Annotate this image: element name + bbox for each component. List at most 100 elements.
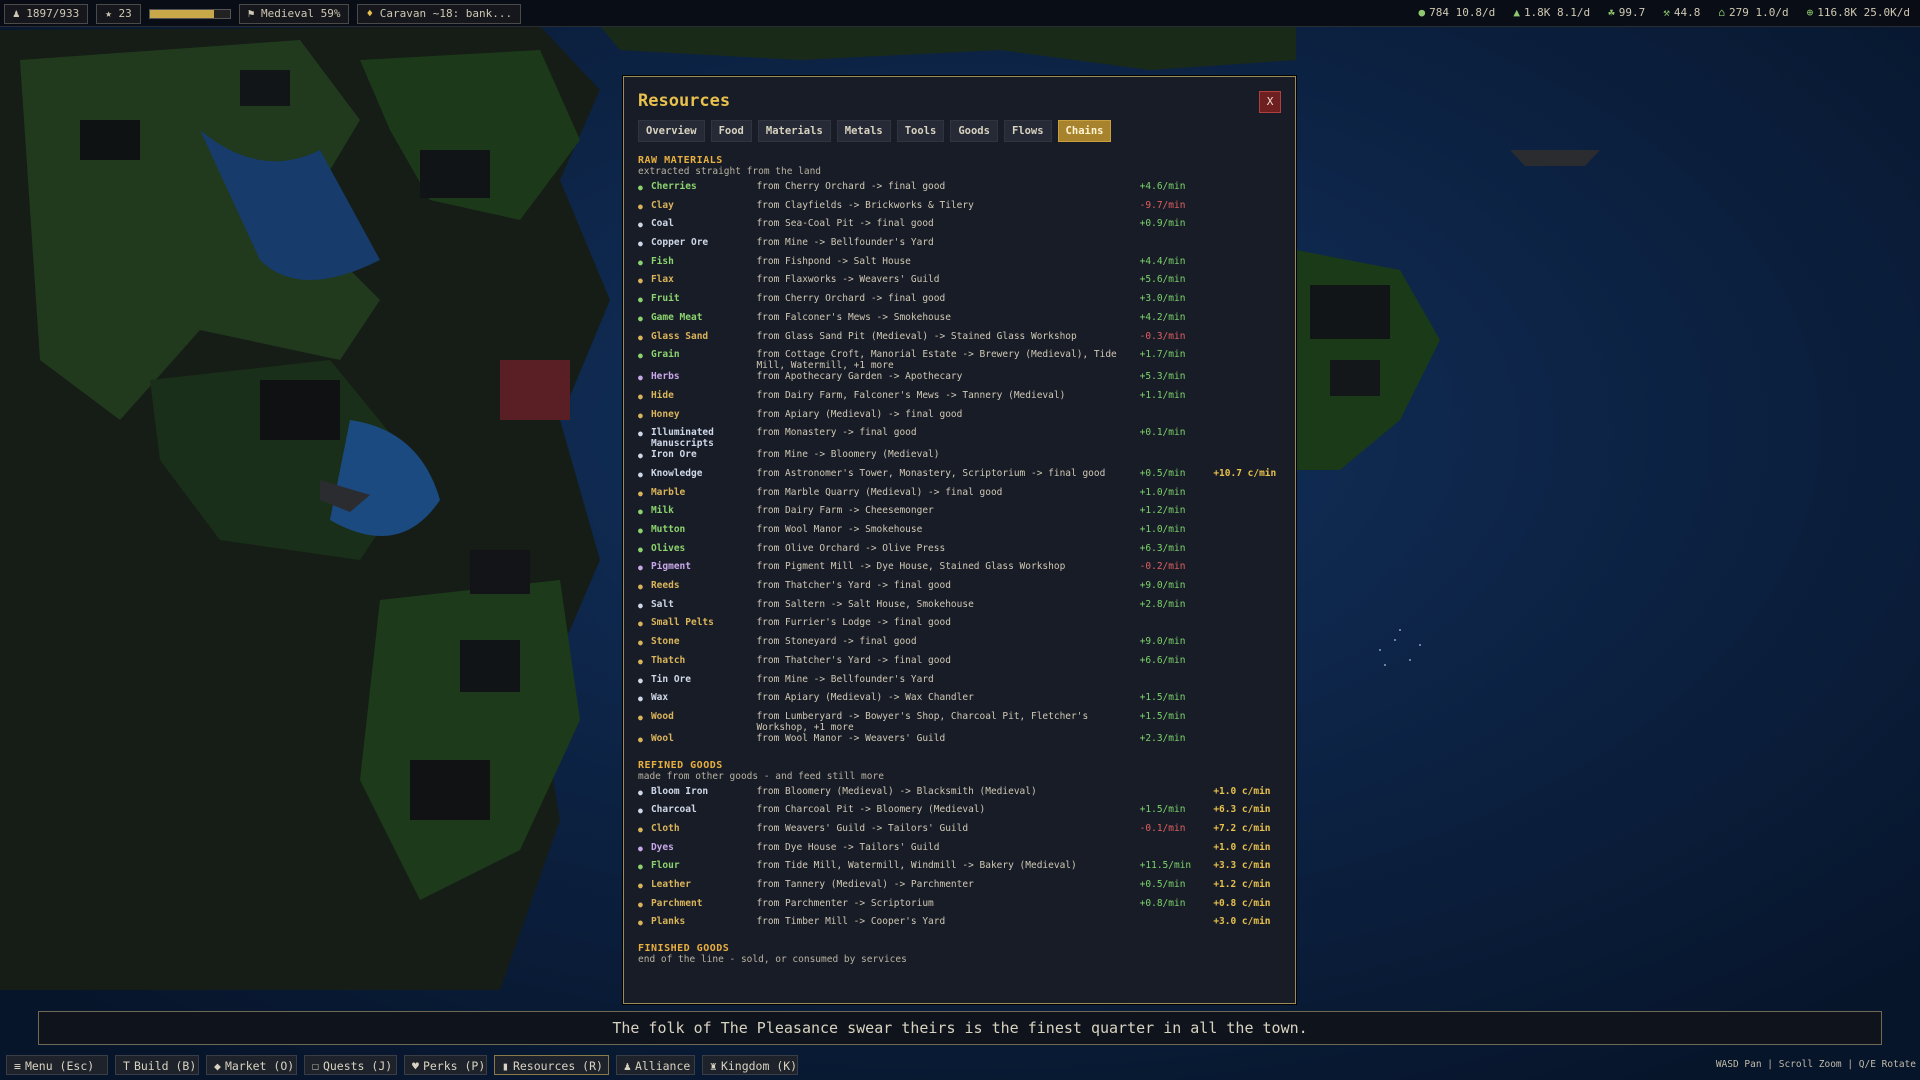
menu-button[interactable]: ≡ Menu (Esc): [6, 1055, 108, 1075]
hud-stat[interactable]: ▲ 1.8K 8.1/d: [1513, 6, 1590, 19]
resource-icon: ●: [638, 734, 643, 744]
resource-row[interactable]: ● Wood from Lumberyard -> Bowyer's Shop, C…: [638, 711, 1283, 733]
resource-row[interactable]: ● Charcoal from Charcoal Pit -> Bloomery (…: [638, 804, 1283, 823]
resource-icon: ●: [638, 824, 643, 834]
resource-name: Cloth: [650, 822, 680, 834]
hud-stat[interactable]: ⚒ 44.8: [1663, 6, 1700, 19]
resource-row[interactable]: ● Herbs from Apothecary Garden -> Apotheca…: [638, 371, 1283, 390]
resource-consumption: +1.0 c/min: [1213, 841, 1271, 853]
resource-row[interactable]: ● Glass Sand from Glass Sand Pit (Medieval…: [638, 331, 1283, 350]
alliance-button[interactable]: ♟ Alliance: [616, 1055, 695, 1075]
resource-rate: +0.8/min: [1139, 897, 1186, 909]
resource-icon: ●: [638, 899, 643, 909]
section-subtitle: extracted straight from the land: [638, 166, 822, 177]
star-icon: ★: [105, 7, 112, 20]
resource-row[interactable]: ● Hide from Dairy Farm, Falconer's Mews ->…: [638, 390, 1283, 409]
resource-icon: ●: [638, 276, 643, 286]
resource-chain: from Glass Sand Pit (Medieval) -> Staine…: [756, 330, 1077, 342]
resource-row[interactable]: ● Dyes from Dye House -> Tailors' Guild +1.…: [638, 842, 1283, 861]
button-label: Kingdom (K): [720, 1059, 798, 1073]
resource-row[interactable]: ● Planks from Timber Mill -> Cooper's Yard…: [638, 916, 1283, 935]
resource-rate: +1.7/min: [1139, 349, 1186, 361]
resource-row[interactable]: ● Small Pelts from Furrier's Lodge -> fina…: [638, 617, 1283, 636]
resource-rate: +2.8/min: [1139, 598, 1186, 610]
resource-row[interactable]: ● Wax from Apiary (Medieval) -> Wax Chandl…: [638, 692, 1283, 711]
resource-row[interactable]: ● Leather from Tannery (Medieval) -> Parch…: [638, 879, 1283, 898]
resource-row[interactable]: ● Mutton from Wool Manor -> Smokehouse +1.0…: [638, 524, 1283, 543]
hud-stat[interactable]: ☘ 99.7: [1608, 6, 1645, 19]
tab-materials[interactable]: Materials: [757, 120, 831, 142]
resource-chain: from Charcoal Pit -> Bloomery (Medieval): [756, 804, 986, 816]
tab-tools[interactable]: Tools: [896, 120, 945, 142]
resource-chain: from Apiary (Medieval) -> final good: [756, 408, 963, 420]
tab-food[interactable]: Food: [710, 120, 752, 142]
population-chip[interactable]: ♟ 1897/933: [4, 4, 89, 24]
resource-chain: from Dye House -> Tailors' Guild: [756, 841, 940, 853]
resource-row[interactable]: ● Grain from Cottage Croft, Manorial Estat…: [638, 349, 1283, 371]
resource-row[interactable]: ● Bloom Iron from Bloomery (Medieval) -> B…: [638, 786, 1283, 805]
resource-row[interactable]: ● Illuminated Manuscripts from Monastery -…: [638, 427, 1283, 449]
resource-icon: ●: [638, 675, 643, 685]
close-button[interactable]: X: [1259, 91, 1281, 113]
resource-row[interactable]: ● Tin Ore from Mine -> Bellfounder's Yard: [638, 674, 1283, 693]
stat-value: 279 1.0/d: [1729, 6, 1789, 19]
resource-row[interactable]: ● Copper Ore from Mine -> Bellfounder's Ya…: [638, 237, 1283, 256]
resource-row[interactable]: ● Flax from Flaxworks -> Weavers' Guild +5.…: [638, 274, 1283, 293]
caravan-icon: ♦: [366, 7, 374, 20]
resource-row[interactable]: ● Fish from Fishpond -> Salt House +4.4/min: [638, 256, 1283, 275]
resource-row[interactable]: ● Olives from Olive Orchard -> Olive Press…: [638, 543, 1283, 562]
market-button[interactable]: ◆ Market (O): [206, 1055, 297, 1075]
resource-row[interactable]: ● Cloth from Weavers' Guild -> Tailors' Gu…: [638, 823, 1283, 842]
resource-row[interactable]: ● Fruit from Cherry Orchard -> final good +…: [638, 293, 1283, 312]
resource-chain: from Lumberyard -> Bowyer's Shop, Charco…: [756, 710, 1089, 733]
resource-rate: +6.3/min: [1139, 542, 1186, 554]
resource-chain: from Furrier's Lodge -> final good: [756, 617, 951, 629]
hud-stat[interactable]: ⌂ 279 1.0/d: [1718, 6, 1788, 19]
stars-chip[interactable]: ★ 23: [96, 4, 141, 24]
perks-button[interactable]: ♥ Perks (P): [404, 1055, 487, 1075]
build-button[interactable]: T Build (B): [115, 1055, 199, 1075]
resource-row[interactable]: ● Stone from Stoneyard -> final good +9.0/m…: [638, 636, 1283, 655]
resource-row[interactable]: ● Coal from Sea-Coal Pit -> final good +0.9…: [638, 218, 1283, 237]
resource-consumption: +7.2 c/min: [1213, 822, 1271, 834]
tab-overview[interactable]: Overview: [638, 120, 705, 142]
resource-chain: from Flaxworks -> Weavers' Guild: [756, 274, 940, 286]
resource-name: Fish: [650, 255, 674, 267]
resource-row[interactable]: ● Knowledge from Astronomer's Tower, Monas…: [638, 468, 1283, 487]
button-label: Build (B): [133, 1059, 197, 1073]
resource-icon: ●: [638, 843, 643, 853]
resource-row[interactable]: ● Cherries from Cherry Orchard -> final go…: [638, 181, 1283, 200]
resource-row[interactable]: ● Parchment from Parchmenter -> Scriptoriu…: [638, 898, 1283, 917]
resource-row[interactable]: ● Salt from Saltern -> Salt House, Smokeho…: [638, 599, 1283, 618]
resource-row[interactable]: ● Thatch from Thatcher's Yard -> final goo…: [638, 655, 1283, 674]
tab-metals[interactable]: Metals: [836, 120, 891, 142]
hud-stat[interactable]: ⊕ 116.8K 25.0K/d: [1807, 6, 1910, 19]
button-label: Quests (J): [322, 1059, 393, 1073]
stat-icon: ☘: [1608, 6, 1615, 19]
resource-rate: +3.0/min: [1139, 293, 1186, 305]
tab-chains[interactable]: Chains: [1057, 120, 1112, 142]
resource-row[interactable]: ● Milk from Dairy Farm -> Cheesemonger +1.2…: [638, 505, 1283, 524]
resource-row[interactable]: ● Wool from Wool Manor -> Weavers' Guild +2…: [638, 733, 1283, 752]
resource-row[interactable]: ● Honey from Apiary (Medieval) -> final go…: [638, 409, 1283, 428]
hud-stat[interactable]: ● 784 10.8/d: [1418, 6, 1495, 19]
resource-name: Game Meat: [650, 311, 703, 323]
controls-hint: WASD Pan | Scroll Zoom | Q/E Rotate: [1715, 1059, 1916, 1070]
resource-row[interactable]: ● Flour from Tide Mill, Watermill, Windmil…: [638, 860, 1283, 879]
tab-goods[interactable]: Goods: [950, 120, 998, 142]
resource-row[interactable]: ● Clay from Clayfields -> Brickworks & Til…: [638, 200, 1283, 219]
resource-chain-list[interactable]: RAW MATERIALS extracted straight from th…: [638, 155, 1283, 973]
resource-row[interactable]: ● Reeds from Thatcher's Yard -> final good…: [638, 580, 1283, 599]
era-chip[interactable]: ⚑ Medieval 59%: [238, 4, 350, 24]
kingdom-button[interactable]: ♜ Kingdom (K): [702, 1055, 798, 1075]
tab-flows[interactable]: Flows: [1003, 120, 1052, 142]
resource-rate: +1.5/min: [1139, 804, 1186, 816]
resource-row[interactable]: ● Pigment from Pigment Mill -> Dye House, …: [638, 561, 1283, 580]
resource-row[interactable]: ● Game Meat from Falconer's Mews -> Smokeh…: [638, 312, 1283, 331]
resource-row[interactable]: ● Marble from Marble Quarry (Medieval) -> …: [638, 487, 1283, 506]
resource-row[interactable]: ● Iron Ore from Mine -> Bloomery (Medieval…: [638, 449, 1283, 468]
caravan-chip[interactable]: ♦ Caravan ~18: bank...: [357, 4, 522, 24]
quests-button[interactable]: ☐ Quests (J): [304, 1055, 397, 1075]
resources-button[interactable]: ▮ Resources (R): [494, 1055, 609, 1075]
raw-materials-section: RAW MATERIALS extracted straight from th…: [638, 155, 1283, 752]
